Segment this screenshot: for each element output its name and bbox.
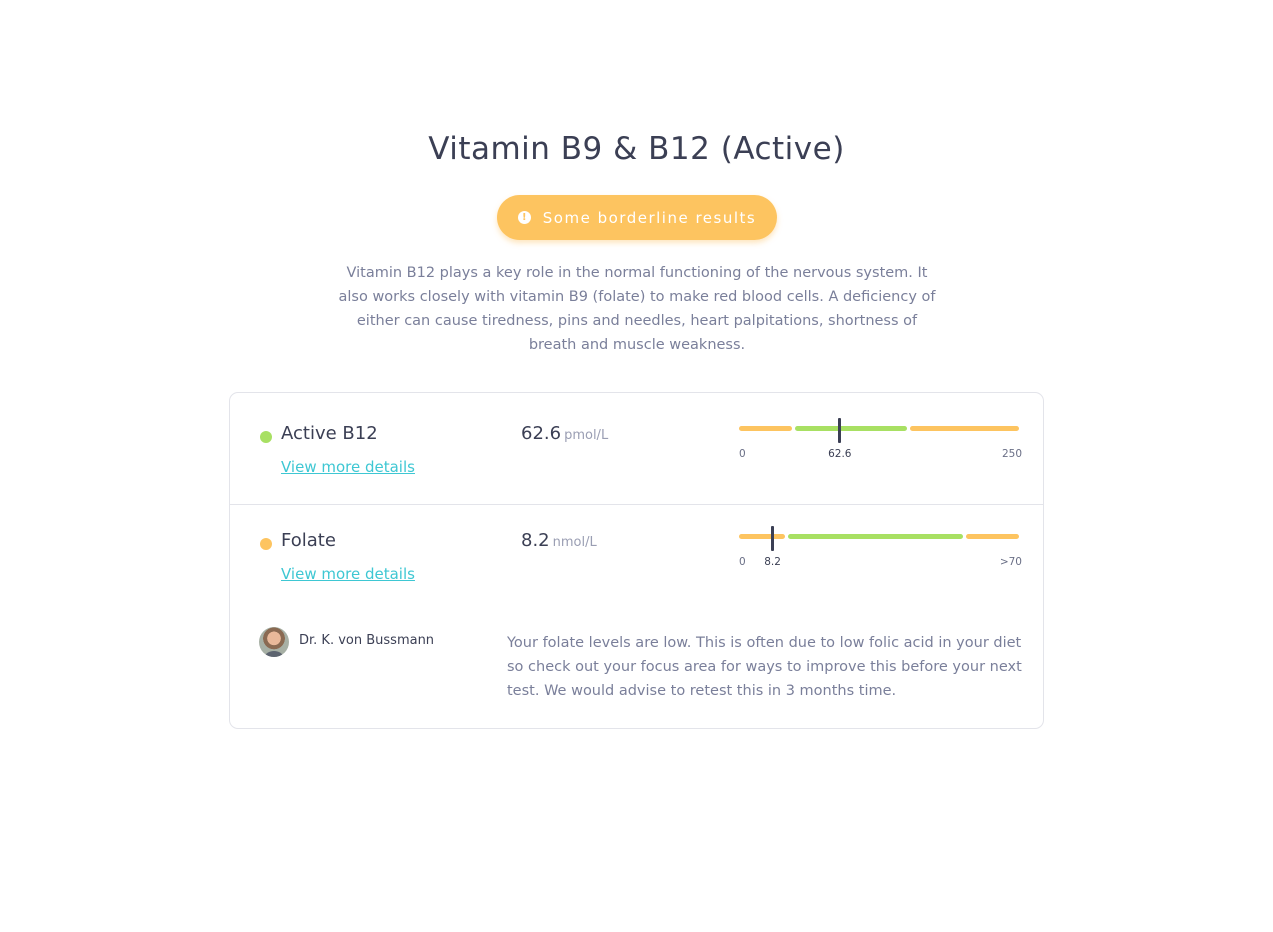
- marker-name: Active B12: [281, 423, 378, 444]
- range-bar: 0 8.2 >70: [739, 526, 1022, 568]
- marker-row-folate: Folate View more details 8.2 nmol/L 0 8.2…: [230, 505, 1043, 728]
- value-unit: nmol/L: [552, 535, 597, 550]
- current-value-label: 8.2: [764, 556, 781, 568]
- view-details-link[interactable]: View more details: [281, 458, 415, 476]
- marker-name: Folate: [281, 530, 336, 551]
- marker-value: 62.6 pmol/L: [521, 423, 608, 444]
- value-unit: pmol/L: [564, 428, 609, 443]
- doctor-note: Your folate levels are low. This is ofte…: [507, 635, 1022, 699]
- results-card: Active B12 View more details 62.6 pmol/L …: [229, 392, 1044, 729]
- range-bar: 0 62.6 250: [739, 418, 1022, 460]
- status-dot: [260, 431, 272, 443]
- status-label: Some borderline results: [542, 208, 757, 227]
- range-segment-borderline: [909, 426, 1019, 431]
- doctor-name: Dr. K. von Bussmann: [299, 633, 435, 648]
- status-badge: ! Some borderline results: [497, 195, 777, 240]
- range-min-label: 0: [739, 448, 746, 460]
- doctor-avatar: [259, 627, 289, 657]
- range-segment-borderline: [965, 534, 1019, 539]
- status-dot: [260, 538, 272, 550]
- current-value-label: 62.6: [828, 448, 852, 460]
- range-min-label: 0: [739, 556, 746, 568]
- current-value-needle: [771, 526, 775, 551]
- page-description: Vitamin B12 plays a key role in the norm…: [338, 265, 936, 353]
- range-segment-normal: [795, 426, 907, 431]
- range-segment-borderline: [739, 534, 786, 539]
- results-page: Vitamin B9 & B12 (Active) ! Some borderl…: [0, 0, 1273, 932]
- current-value-needle: [838, 418, 842, 443]
- range-segment-borderline: [739, 426, 793, 431]
- marker-value: 8.2 nmol/L: [521, 530, 597, 551]
- range-max-label: >70: [999, 556, 1022, 568]
- range-max-label: 250: [1001, 448, 1022, 460]
- value-number: 8.2: [521, 530, 550, 551]
- view-details-link[interactable]: View more details: [281, 565, 415, 583]
- value-number: 62.6: [521, 423, 562, 444]
- marker-row-active-b12: Active B12 View more details 62.6 pmol/L …: [230, 393, 1043, 505]
- page-title: Vitamin B9 & B12 (Active): [428, 131, 845, 167]
- warning-icon: !: [517, 211, 531, 224]
- range-segment-normal: [788, 534, 963, 539]
